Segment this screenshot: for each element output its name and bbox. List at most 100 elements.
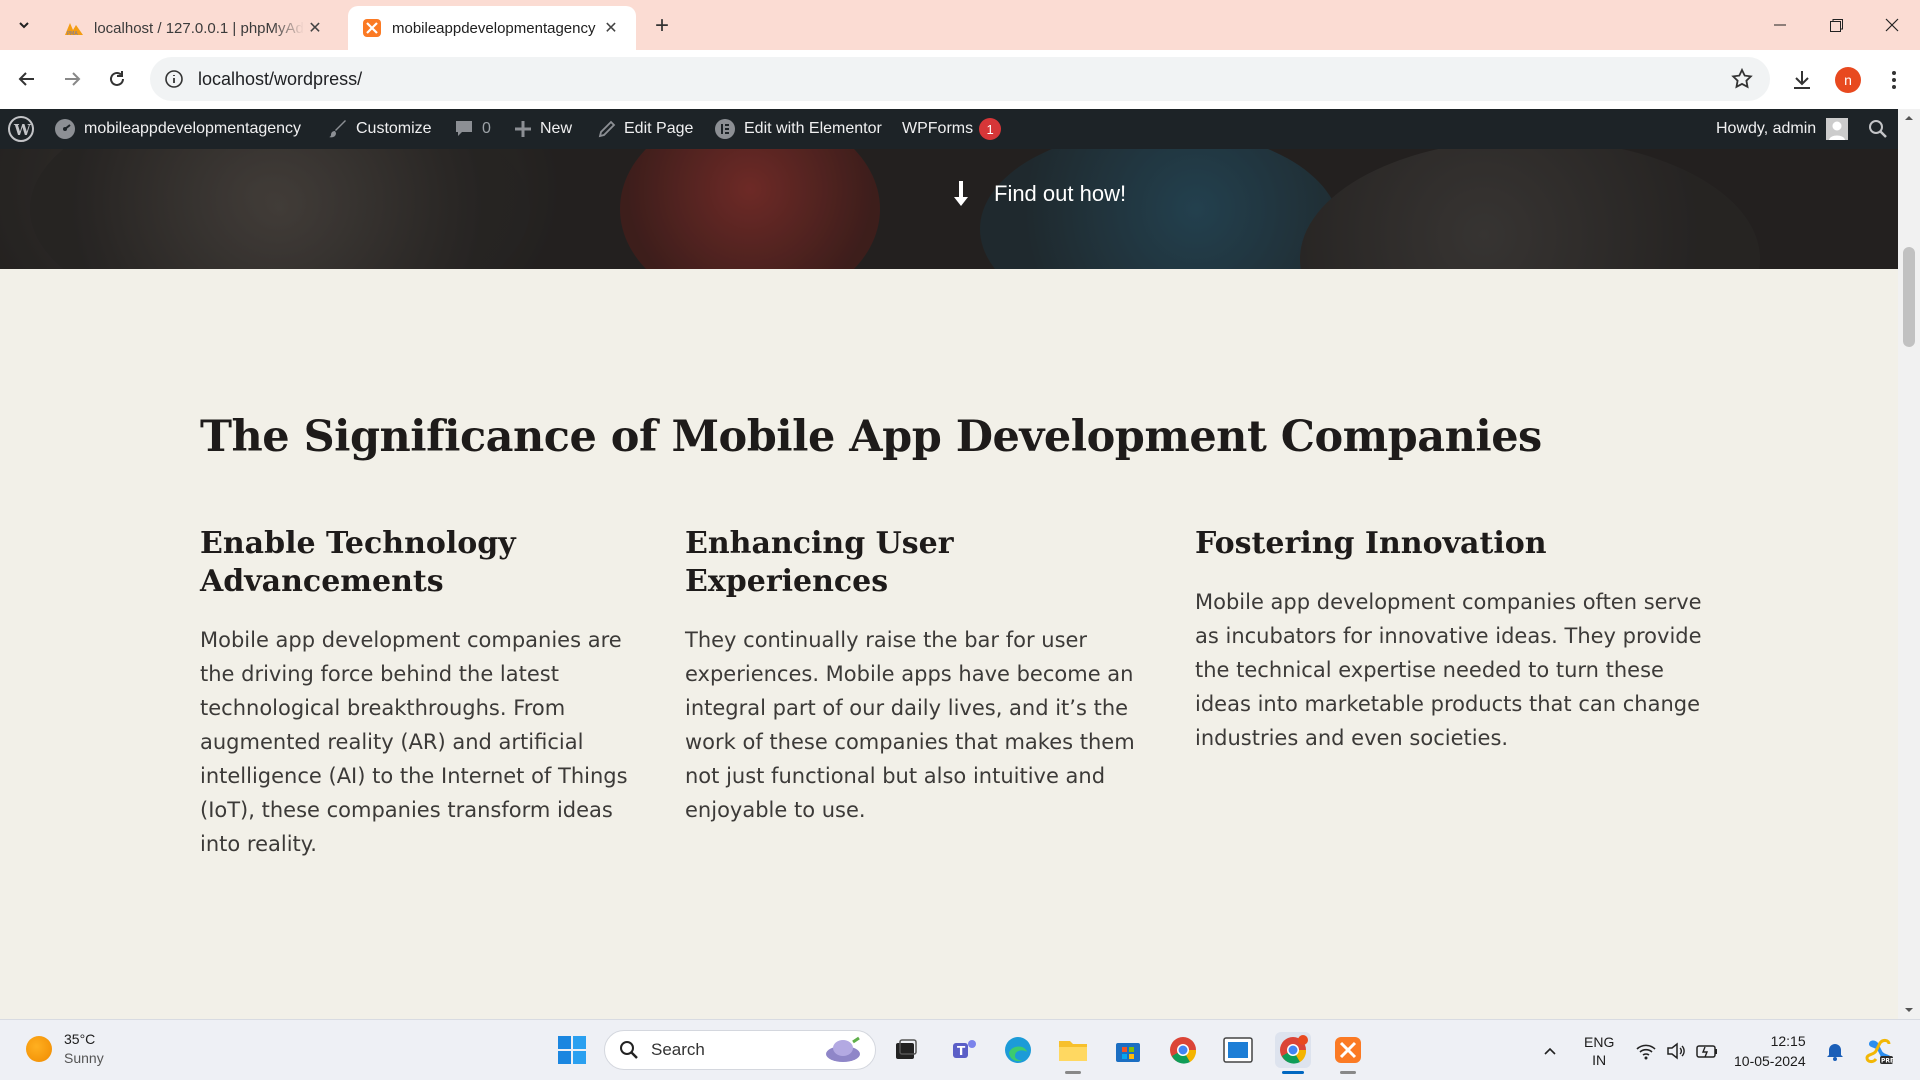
- chrome-icon: [1170, 1037, 1197, 1064]
- plus-icon: [515, 121, 531, 137]
- chevron-up-icon: [1544, 1047, 1556, 1055]
- site-info-icon[interactable]: [164, 69, 184, 89]
- scroll-down-icon[interactable]: [1904, 1005, 1914, 1015]
- task-view-button[interactable]: [888, 1032, 924, 1068]
- comment-bubble-icon: [456, 121, 472, 136]
- wpforms-menu[interactable]: WPForms 1: [902, 109, 1002, 149]
- url-text[interactable]: localhost/wordpress/: [198, 69, 362, 90]
- quick-settings-button[interactable]: [1636, 1020, 1718, 1080]
- scrollbar-thumb[interactable]: [1903, 247, 1915, 347]
- chrome-profile-app[interactable]: [1275, 1032, 1311, 1074]
- close-window-button[interactable]: [1864, 0, 1920, 50]
- chrome-app[interactable]: [1165, 1032, 1201, 1068]
- feature-column: Enable Technology Advancements Mobile ap…: [200, 525, 650, 861]
- xampp-icon: [1335, 1037, 1361, 1063]
- paintbrush-icon: [329, 120, 346, 138]
- browser-menu-button[interactable]: [1878, 64, 1910, 96]
- store-icon: [1116, 1043, 1140, 1062]
- window-app-icon: [1223, 1037, 1253, 1063]
- tab-search-button[interactable]: [6, 8, 42, 42]
- teams-app[interactable]: T: [946, 1032, 982, 1068]
- new-tab-button[interactable]: +: [648, 12, 676, 40]
- wp-admin-bar: W mobileappdevelopmentagency Customize 0…: [0, 109, 1920, 149]
- feature-title: Fostering Innovation: [1195, 526, 1547, 561]
- reload-icon: [110, 71, 124, 86]
- app-running-indicator: [1340, 1071, 1356, 1074]
- weather-widget[interactable]: 35°C Sunny: [26, 1030, 104, 1068]
- scroll-up-icon[interactable]: [1904, 113, 1914, 123]
- windows-logo-icon: [558, 1036, 586, 1064]
- close-icon[interactable]: ✕: [304, 17, 326, 39]
- bookmark-star-icon[interactable]: [1730, 67, 1754, 91]
- customize-link[interactable]: Customize: [328, 109, 432, 149]
- restore-icon: [1829, 18, 1843, 32]
- microsoft-store-app[interactable]: [1110, 1032, 1146, 1068]
- close-icon[interactable]: ✕: [600, 17, 622, 39]
- svg-text:PMA: PMA: [67, 31, 78, 36]
- bell-icon: [1827, 1043, 1843, 1061]
- language-indicator[interactable]: ENG IN: [1584, 1020, 1614, 1080]
- comments-link[interactable]: 0: [454, 109, 491, 149]
- chevron-down-icon: [19, 22, 29, 29]
- edit-page-label: Edit Page: [624, 120, 694, 137]
- tab-phpmyadmin[interactable]: PMA localhost / 127.0.0.1 | phpMyAdmin ✕: [50, 6, 340, 50]
- feature-column: Fostering Innovation Mobile app developm…: [1195, 525, 1705, 755]
- tab-title: localhost / 127.0.0.1 | phpMyAdmin: [94, 19, 304, 37]
- edit-with-elementor-link[interactable]: Edit with Elementor: [714, 109, 882, 149]
- address-bar[interactable]: localhost/wordpress/: [150, 57, 1770, 101]
- page-scrollbar[interactable]: [1898, 109, 1920, 1019]
- site-name-menu[interactable]: mobileappdevelopmentagency: [54, 109, 301, 149]
- edge-app[interactable]: [1000, 1032, 1036, 1068]
- admin-search-button[interactable]: [1868, 109, 1896, 149]
- profile-button[interactable]: n: [1832, 64, 1864, 96]
- browser-tab-strip: PMA localhost / 127.0.0.1 | phpMyAdmin ✕…: [0, 0, 1920, 50]
- back-button[interactable]: [10, 62, 44, 96]
- reload-button[interactable]: [100, 62, 134, 96]
- file-explorer-app[interactable]: [1055, 1032, 1091, 1074]
- feature-text: Mobile app development companies often s…: [1195, 590, 1702, 750]
- system-clock[interactable]: 12:15 10-05-2024: [1734, 1031, 1806, 1071]
- browser-toolbar: localhost/wordpress/ n: [0, 50, 1920, 109]
- my-account-menu[interactable]: Howdy, admin: [1716, 109, 1849, 149]
- remote-desktop-app[interactable]: [1220, 1032, 1256, 1068]
- more-vertical-icon: [1892, 71, 1896, 89]
- comments-count: 0: [482, 120, 491, 137]
- pencil-icon: [598, 120, 616, 138]
- edit-page-link[interactable]: Edit Page: [598, 109, 693, 149]
- new-content-menu[interactable]: New: [514, 109, 572, 149]
- find-out-how-link[interactable]: Find out how!: [950, 179, 1126, 209]
- copilot-button[interactable]: PRE: [1864, 1020, 1894, 1080]
- minimize-button[interactable]: [1752, 0, 1808, 50]
- arrow-right-icon: [65, 72, 81, 86]
- show-hidden-icons-button[interactable]: [1542, 1020, 1558, 1080]
- tab-mobileappdevelopmentagency[interactable]: mobileappdevelopmentagency ✕: [348, 6, 636, 50]
- hero-banner: Find out how!: [0, 149, 1898, 269]
- teams-icon: T: [953, 1040, 976, 1058]
- minimize-icon: [1774, 24, 1786, 26]
- copilot-icon: PRE: [1865, 1038, 1894, 1064]
- search-icon: [620, 1041, 638, 1059]
- app-running-indicator: [1065, 1071, 1081, 1074]
- start-button[interactable]: [554, 1032, 590, 1068]
- avatar: n: [1835, 67, 1861, 93]
- site-name-label: mobileappdevelopmentagency: [84, 120, 302, 137]
- xampp-icon: [362, 18, 382, 38]
- wp-logo-menu[interactable]: W: [8, 109, 42, 149]
- weather-desc: Sunny: [64, 1050, 104, 1066]
- tab-title: mobileappdevelopmentagency: [392, 19, 596, 37]
- wpforms-label: WPForms: [902, 120, 974, 137]
- cta-label: Find out how!: [994, 181, 1127, 206]
- restore-button[interactable]: [1808, 0, 1864, 50]
- xampp-app[interactable]: [1330, 1032, 1366, 1074]
- svg-text:W: W: [13, 121, 32, 139]
- notifications-button[interactable]: [1826, 1020, 1844, 1080]
- hero-overlay: [0, 149, 1898, 269]
- search-highlight-icon: [826, 1036, 860, 1062]
- taskbar-search[interactable]: Search: [604, 1030, 876, 1070]
- search-icon: [1869, 120, 1887, 138]
- forward-button[interactable]: [55, 62, 89, 96]
- downloads-button[interactable]: [1786, 64, 1818, 96]
- avatar: [1826, 118, 1849, 140]
- windows-taskbar: 35°C Sunny Search T ENG IN 12:15 10-05-2…: [0, 1019, 1920, 1080]
- significance-section: The Significance of Mobile App Developme…: [0, 269, 1898, 1019]
